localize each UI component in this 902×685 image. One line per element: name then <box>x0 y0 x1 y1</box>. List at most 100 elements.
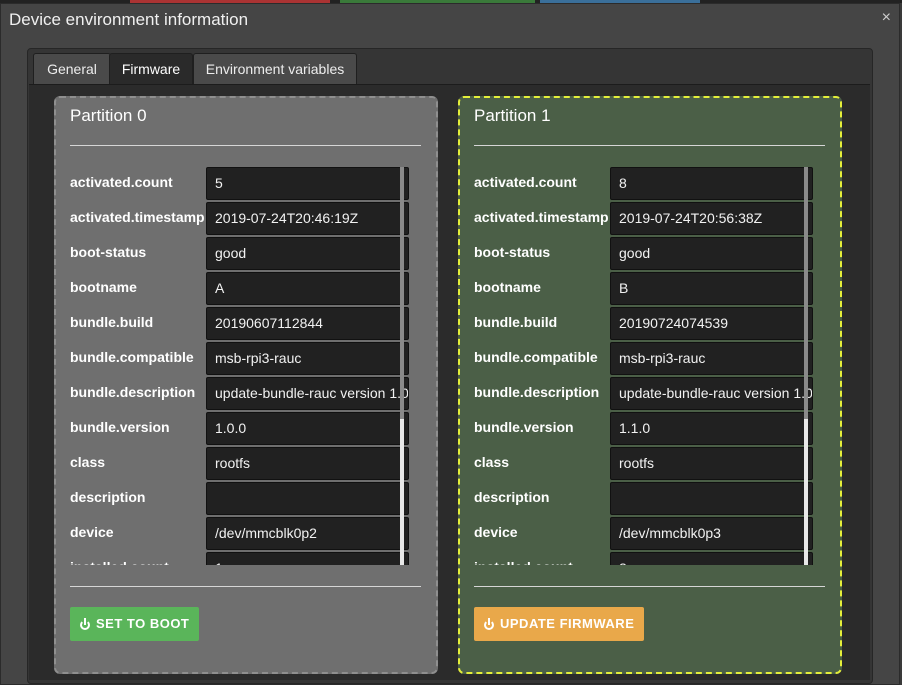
property-value: rootfs <box>610 447 813 480</box>
property-row: bundle.version 1.0.0 <box>70 412 421 447</box>
scrollbar[interactable] <box>400 167 404 565</box>
property-row: bundle.version 1.1.0 <box>474 412 825 447</box>
property-row: class rootfs <box>70 447 421 482</box>
firmware-tab-content: Partition 0 activated.count 5 activated.t… <box>29 84 870 680</box>
partition-1-panel[interactable]: Partition 1 activated.count 8 activated.t… <box>458 96 842 674</box>
power-icon <box>80 618 90 630</box>
property-row: installed.count 1 <box>70 552 421 565</box>
property-key: installed.count <box>474 559 573 565</box>
property-key: bundle.description <box>474 384 600 400</box>
scrollbar-thumb[interactable] <box>804 419 808 565</box>
property-row: installed.count 2 <box>474 552 825 565</box>
property-value: good <box>206 237 409 270</box>
dialog-title: Device environment information <box>9 10 249 29</box>
property-key: installed.count <box>70 559 169 565</box>
property-row: device/dev/mmcblk0p3 <box>474 517 825 552</box>
divider <box>70 145 421 146</box>
property-key: bundle.version <box>70 419 170 435</box>
partition-properties-list[interactable]: activated.count 8 activated.timestamp 2019… <box>474 167 825 565</box>
property-row: boot-status good <box>474 237 825 272</box>
property-key: description <box>474 489 550 505</box>
property-row: bundle.compatible msb-rpi3-rauc <box>474 342 825 377</box>
update-firmware-button[interactable]: UPDATE FIRMWARE <box>474 607 644 641</box>
partition-properties-list[interactable]: activated.count 5 activated.timestamp 2019… <box>70 167 421 565</box>
property-key: activated.count <box>474 174 577 190</box>
property-value <box>206 482 409 515</box>
property-value: 2019-07-24T20:46:19Z <box>206 202 409 235</box>
property-key: bundle.build <box>70 314 154 330</box>
button-label: SET TO BOOT <box>96 616 190 631</box>
partition-title: Partition 1 <box>474 106 551 125</box>
partition-0-panel[interactable]: Partition 0 activated.count 5 activated.t… <box>54 96 438 674</box>
property-key: device <box>70 524 114 540</box>
property-key: device <box>474 524 518 540</box>
property-key: bundle.build <box>474 314 558 330</box>
property-value: rootfs <box>206 447 409 480</box>
property-value: 2019-07-24T20:56:38Z <box>610 202 813 235</box>
property-key: class <box>70 454 106 470</box>
power-icon <box>484 618 494 630</box>
divider <box>474 145 825 146</box>
property-row: boot-status good <box>70 237 421 272</box>
property-key: boot-status <box>70 244 147 260</box>
property-value: 1.0.0 <box>206 412 409 445</box>
tab-environment-variables[interactable]: Environment variables <box>193 53 357 84</box>
property-row: description <box>70 482 421 517</box>
property-row: class rootfs <box>474 447 825 482</box>
property-value: A <box>206 272 409 305</box>
tab-general[interactable]: General <box>33 53 111 84</box>
property-row: bundle.description update-bundle-rauc ver… <box>70 377 421 412</box>
property-key: description <box>70 489 146 505</box>
divider <box>70 586 421 587</box>
scrollbar-thumb[interactable] <box>400 419 404 565</box>
property-value: 1.1.0 <box>610 412 813 445</box>
scrollbar[interactable] <box>804 167 808 565</box>
property-value: 8 <box>610 167 813 200</box>
property-value: 1 <box>206 552 409 565</box>
property-value: 5 <box>206 167 409 200</box>
property-key: class <box>474 454 510 470</box>
property-key: boot-status <box>474 244 551 260</box>
property-row: activated.timestamp 2019-07-24T20:56:38Z <box>474 202 825 237</box>
tabs-container: General Firmware Environment variables P… <box>27 48 873 684</box>
property-key: bootname <box>70 279 137 295</box>
property-value: 2 <box>610 552 813 565</box>
property-key: bundle.compatible <box>474 349 598 365</box>
close-icon[interactable]: × <box>882 9 891 27</box>
property-value: B <box>610 272 813 305</box>
property-value: update-bundle-rauc version 1.0- <box>206 377 409 410</box>
property-value: msb-rpi3-rauc <box>206 342 409 375</box>
property-row: bundle.description update-bundle-rauc ver… <box>474 377 825 412</box>
property-row: bundle.compatible msb-rpi3-rauc <box>70 342 421 377</box>
property-key: bundle.compatible <box>70 349 194 365</box>
property-row: bootname B <box>474 272 825 307</box>
device-environment-dialog: Device environment information × General… <box>0 3 900 685</box>
property-row: bundle.build 20190724074539 <box>474 307 825 342</box>
property-key: activated.count <box>70 174 173 190</box>
property-key: activated.timestamp <box>474 209 609 225</box>
property-key: bundle.version <box>474 419 574 435</box>
property-value: msb-rpi3-rauc <box>610 342 813 375</box>
property-key: activated.timestamp <box>70 209 205 225</box>
tab-firmware[interactable]: Firmware <box>109 53 193 84</box>
divider <box>474 586 825 587</box>
set-to-boot-button[interactable]: SET TO BOOT <box>70 607 199 641</box>
property-value: 20190607112844 <box>206 307 409 340</box>
property-row: description <box>474 482 825 517</box>
property-key: bundle.description <box>70 384 196 400</box>
property-row: activated.count 5 <box>70 167 421 202</box>
property-row: activated.count 8 <box>474 167 825 202</box>
property-value: 20190724074539 <box>610 307 813 340</box>
property-row: activated.timestamp 2019-07-24T20:46:19Z <box>70 202 421 237</box>
property-value: /dev/mmcblk0p3 <box>610 517 813 550</box>
property-value: /dev/mmcblk0p2 <box>206 517 409 550</box>
property-row: device/dev/mmcblk0p2 <box>70 517 421 552</box>
property-value <box>610 482 813 515</box>
property-row: bootname A <box>70 272 421 307</box>
property-key: bootname <box>474 279 541 295</box>
button-label: UPDATE FIRMWARE <box>500 616 635 631</box>
partition-title: Partition 0 <box>70 106 147 125</box>
property-value: update-bundle-rauc version 1.0- <box>610 377 813 410</box>
property-row: bundle.build 20190607112844 <box>70 307 421 342</box>
property-value: good <box>610 237 813 270</box>
